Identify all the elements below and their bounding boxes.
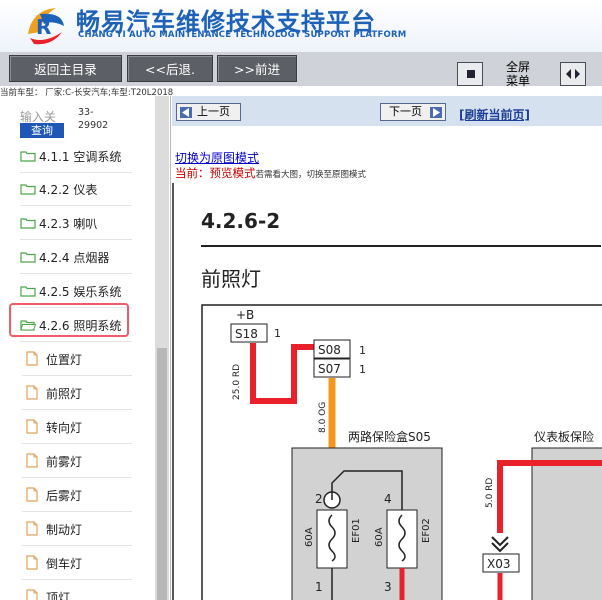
file-icon [26, 521, 38, 536]
section-title: 前照灯 [201, 267, 261, 291]
tree-item-label: 4.1.1 空调系统 [39, 150, 122, 164]
file-icon [26, 555, 38, 570]
fuse-ef02-rating: 60A [374, 527, 385, 547]
tree-item-folder[interactable]: 4.2.2 仪表 [20, 173, 132, 206]
folder-icon [20, 286, 36, 297]
document-view: 4.2.6-2 前照灯 +B S18 1 25.0 RD S08 1 S07 1… [172, 183, 602, 600]
tree-item-folder[interactable]: 4.2.3 喇叭 [20, 207, 132, 240]
tree-item-page[interactable]: 制动灯 [22, 513, 132, 546]
pin-label: 1 [315, 580, 323, 594]
pin-label: 2 [315, 492, 323, 506]
pin-label: 3 [384, 580, 392, 594]
wire-25rd [250, 343, 314, 404]
app-header: R 畅易汽车维修技术支持平台 CHANG YI AUTO MAINTENANCE… [0, 0, 602, 53]
pin-label: 4 [384, 492, 392, 506]
collapse-icon [467, 70, 475, 78]
expand-icon [566, 69, 580, 79]
tree-item-page[interactable]: 位置灯 [22, 343, 132, 376]
fuse-box-ip-label: 仪表板保险 [534, 429, 594, 444]
file-icon [26, 487, 38, 502]
wire-25rd-label: 25.0 RD [232, 364, 242, 400]
tree-item-label: 倒车灯 [46, 557, 83, 571]
pin-label: 1 [274, 327, 281, 340]
fullscreen-menu-label[interactable]: 全屏 菜单 [506, 60, 530, 88]
folder-icon [20, 252, 36, 263]
tree-item-label: 顶灯 [46, 591, 71, 600]
folder-icon [20, 184, 36, 195]
fuse-ef01-rating: 60A [304, 527, 315, 547]
tree-item-label: 4.2.5 娱乐系统 [39, 285, 122, 299]
tree-item-label: 位置灯 [46, 353, 83, 367]
search-code: 33- 29902 [78, 107, 109, 131]
expand-menu-button[interactable] [560, 62, 586, 86]
toolbar: 返回主目录 <<后退. >>前进 全屏 菜单 [0, 52, 602, 88]
fuse-ef01-label: EF01 [351, 518, 362, 543]
page-navbar: 上一页 下一页 [刷新当前页] [172, 96, 602, 126]
tree-item-page[interactable]: 转向灯 [22, 411, 132, 444]
wire-5rd-label: 5.0 RD [485, 478, 495, 508]
prev-page-button[interactable]: 上一页 [176, 103, 241, 121]
query-button[interactable]: 查询 [20, 123, 64, 138]
scrollbar-thumb[interactable] [157, 348, 167, 600]
tree-item-folder[interactable]: 4.1.1 空调系统 [20, 140, 132, 173]
back-button[interactable]: <<后退. [127, 55, 213, 82]
tree-item-label: 4.2.4 点烟器 [39, 251, 110, 265]
folder-icon [20, 218, 36, 229]
tree-item-page[interactable]: 顶灯 [22, 581, 132, 600]
switch-mode-link[interactable]: 切换为原图模式 [175, 149, 259, 166]
svg-text:R: R [36, 15, 51, 39]
tree-item-label: 4.2.2 仪表 [39, 183, 98, 197]
changyi-logo: R [28, 8, 64, 45]
file-icon [26, 419, 38, 434]
refresh-link[interactable]: [刷新当前页] [459, 106, 530, 123]
file-icon [26, 453, 38, 468]
forward-button[interactable]: >>前进 [217, 55, 297, 82]
tree-item-label: 转向灯 [46, 421, 83, 435]
fuse-box-s05-label: 两路保险盒S05 [348, 429, 431, 444]
next-page-button[interactable]: 下一页 [380, 103, 446, 121]
home-button[interactable]: 返回主目录 [9, 55, 122, 82]
section-divider [201, 245, 601, 247]
fuse-ef02-label: EF02 [421, 518, 432, 543]
connector-x03-label: X03 [487, 557, 511, 571]
tree-item-label: 4.2.3 喇叭 [39, 217, 98, 231]
tree-item-folder[interactable]: 4.2.4 点烟器 [20, 241, 132, 274]
mode-status: 当前：预览模式若需看大图，切换至原图模式 [175, 166, 367, 180]
sidebar: 输入关 33- 29902 查询 4.1.1 空调系统 4.2.2 仪表 4.2.3… [0, 96, 171, 600]
supply-label: +B [236, 308, 254, 322]
tree-item-label: 制动灯 [46, 523, 83, 537]
connector-arrow [491, 536, 509, 547]
tree-item-label: 后雾灯 [46, 489, 83, 503]
main-content: 上一页 下一页 [刷新当前页] 切换为原图模式 当前：预览模式若需看大图，切换至… [172, 96, 602, 600]
file-icon [26, 351, 38, 366]
file-icon [26, 589, 38, 600]
app-subtitle: CHANG YI AUTO MAINTENANCE TECHNOLOGY SUP… [78, 30, 407, 40]
connector-s18-label: S18 [235, 327, 258, 341]
folder-icon [20, 151, 36, 162]
wire-8og-label: 8.0 OG [318, 402, 328, 433]
fuse-box-ip [531, 447, 602, 600]
pin-label: 1 [359, 344, 366, 357]
tree-item-page[interactable]: 后雾灯 [22, 479, 132, 512]
tree-item-page[interactable]: 前照灯 [22, 377, 132, 410]
tree-item-label: 前雾灯 [46, 455, 83, 469]
arrow-right-icon [430, 107, 442, 118]
pin-label: 1 [359, 363, 366, 376]
tree-item-page[interactable]: 倒车灯 [22, 547, 132, 580]
tree-item-label: 前照灯 [46, 387, 83, 401]
section-number: 4.2.6-2 [201, 209, 281, 233]
collapse-menu-button[interactable] [457, 62, 483, 86]
arrow-left-icon [180, 107, 192, 118]
file-icon [26, 385, 38, 400]
connector-s07-label: S07 [318, 362, 341, 376]
selection-highlight [9, 303, 129, 337]
wiring-diagram: +B S18 1 25.0 RD S08 1 S07 1 8.0 OG 两路保险… [201, 304, 602, 600]
connector-s08-label: S08 [318, 343, 341, 357]
tree-item-page[interactable]: 前雾灯 [22, 445, 132, 478]
